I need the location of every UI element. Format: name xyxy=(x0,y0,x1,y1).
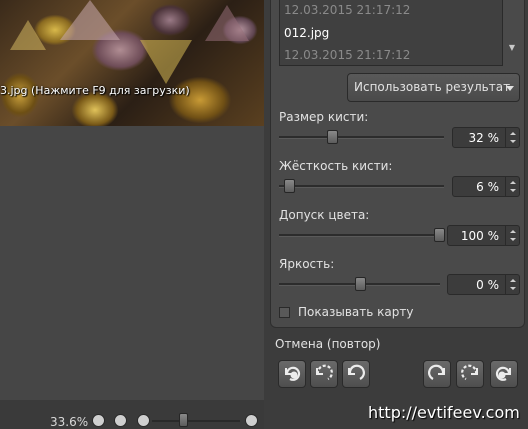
spin-up-icon[interactable] xyxy=(510,230,516,233)
spin-down-icon[interactable] xyxy=(510,189,516,192)
color-tolerance-stepper[interactable]: 100 % xyxy=(447,225,520,246)
brush-hardness-slider[interactable] xyxy=(279,185,444,188)
zoom-in-icon[interactable] xyxy=(245,414,258,427)
spin-buttons[interactable] xyxy=(505,275,519,294)
undo-button[interactable] xyxy=(342,360,370,388)
brush-hardness-value: 6 % xyxy=(476,180,499,194)
redo-icon xyxy=(428,364,445,380)
scroll-down-icon[interactable]: ▼ xyxy=(507,44,517,52)
list-item[interactable]: 12.03.2015 21:17:12 xyxy=(284,3,410,17)
brightness-slider-thumb[interactable] xyxy=(354,277,366,291)
undo-step-button[interactable] xyxy=(310,360,338,388)
brush-size-value: 32 % xyxy=(468,131,500,145)
color-tolerance-value: 100 % xyxy=(460,229,499,243)
brush-size-label: Размер кисти: xyxy=(279,110,369,124)
crystal-facet xyxy=(140,40,192,84)
color-tolerance-slider[interactable] xyxy=(279,234,439,237)
brush-hardness-slider-thumb[interactable] xyxy=(283,179,295,193)
spin-down-icon[interactable] xyxy=(510,140,516,143)
file-list-scrollbar[interactable]: ▼ xyxy=(505,0,519,66)
tool-options-panel: 12.03.2015 21:17:12 012.jpg 12.03.2015 2… xyxy=(270,0,525,328)
actual-size-icon[interactable] xyxy=(114,414,127,427)
redo-all-button[interactable] xyxy=(490,360,518,388)
undo-icon xyxy=(348,364,365,380)
redo-all-icon xyxy=(495,366,511,381)
brush-size-stepper[interactable]: 32 % xyxy=(452,127,520,148)
spin-up-icon[interactable] xyxy=(510,279,516,282)
crystal-facet xyxy=(60,0,120,40)
zoom-slider-thumb[interactable] xyxy=(178,413,188,427)
brightness-label: Яркость: xyxy=(279,257,335,271)
zoom-slider[interactable] xyxy=(152,420,240,422)
color-tolerance-label: Допуск цвета: xyxy=(279,208,370,222)
use-result-button[interactable]: Использовать результат xyxy=(347,73,520,102)
brush-size-slider[interactable] xyxy=(279,136,444,139)
undo-all-icon xyxy=(285,366,301,381)
spin-down-icon[interactable] xyxy=(510,238,516,241)
photo-preview[interactable]: 3.jpg (Нажмите F9 для загрузки) xyxy=(0,0,264,126)
color-tolerance-slider-thumb[interactable] xyxy=(434,228,445,242)
fit-screen-icon[interactable] xyxy=(92,414,105,427)
show-map-label[interactable]: Показывать карту xyxy=(298,305,413,319)
list-item[interactable]: 12.03.2015 21:17:12 xyxy=(284,48,410,62)
brush-hardness-stepper[interactable]: 6 % xyxy=(452,176,520,197)
redo-step-icon xyxy=(461,364,478,380)
spin-up-icon[interactable] xyxy=(510,181,516,184)
history-label: Отмена (повтор) xyxy=(275,337,381,351)
spin-buttons[interactable] xyxy=(505,226,519,245)
spin-buttons[interactable] xyxy=(505,128,519,147)
brightness-stepper[interactable]: 0 % xyxy=(447,274,520,295)
chevron-down-icon xyxy=(506,86,514,91)
spin-buttons[interactable] xyxy=(505,177,519,196)
watermark: http://evtifeev.com xyxy=(368,403,520,422)
zoom-level: 33.6% xyxy=(50,415,89,429)
list-item[interactable]: 012.jpg xyxy=(284,26,329,40)
crystal-facet xyxy=(10,20,46,50)
brush-size-slider-thumb[interactable] xyxy=(326,130,338,144)
use-result-label: Использовать результат xyxy=(354,80,511,94)
crystal-facet xyxy=(205,5,249,41)
show-map-checkbox[interactable] xyxy=(279,307,290,318)
undo-all-button[interactable] xyxy=(278,360,306,388)
redo-step-button[interactable] xyxy=(456,360,484,388)
undo-step-icon xyxy=(316,364,333,380)
canvas-area[interactable]: 3.jpg (Нажмите F9 для загрузки) xyxy=(0,0,264,400)
spin-down-icon[interactable] xyxy=(510,287,516,290)
photo-caption: 3.jpg (Нажмите F9 для загрузки) xyxy=(0,84,190,97)
redo-button[interactable] xyxy=(423,360,451,388)
status-bar xyxy=(0,400,264,429)
spin-up-icon[interactable] xyxy=(510,132,516,135)
file-list[interactable]: 12.03.2015 21:17:12 012.jpg 12.03.2015 2… xyxy=(279,0,503,66)
brush-hardness-label: Жёсткость кисти: xyxy=(279,159,393,173)
zoom-out-icon[interactable] xyxy=(137,414,150,427)
brightness-value: 0 % xyxy=(476,278,499,292)
